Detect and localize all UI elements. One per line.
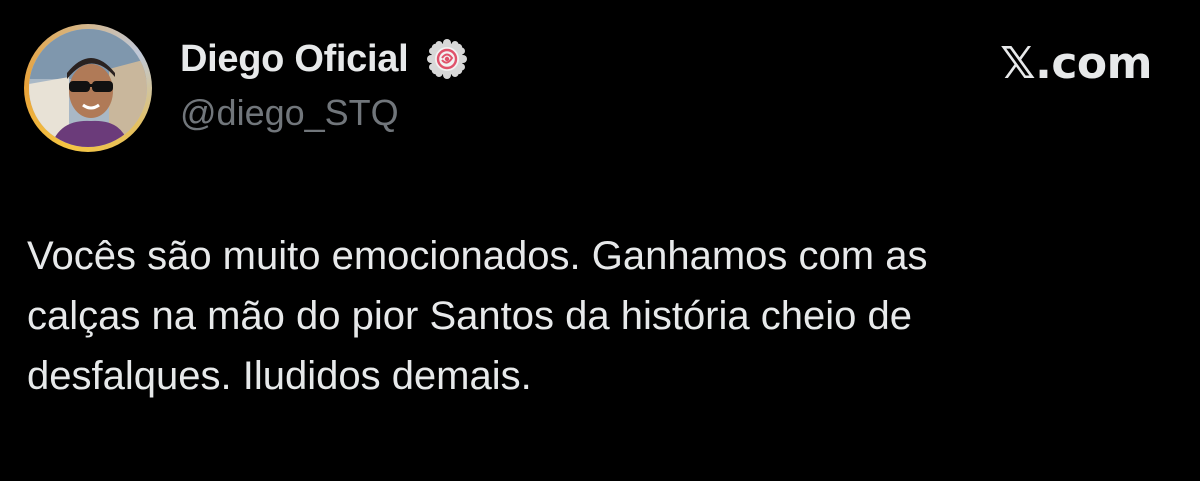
tweet-text-line: calças na mão do pior Santos da história… xyxy=(27,294,912,338)
user-handle[interactable]: @diego_STQ xyxy=(180,92,468,134)
verified-seal-icon[interactable] xyxy=(426,38,468,80)
tweet-text-line: desfalques. Iludidos demais. xyxy=(27,354,532,398)
x-brand-logo: 𝕏.com xyxy=(1000,38,1152,89)
tweet-text-line: Vocês são muito emocionados. Ganhamos co… xyxy=(27,234,928,278)
author-block: Diego Oficial @diego_STQ xyxy=(180,34,468,134)
profile-photo-image xyxy=(29,29,147,147)
avatar[interactable] xyxy=(24,24,152,152)
tweet-card: Diego Oficial @diego_STQ 𝕏.com Vocês são… xyxy=(0,0,1200,481)
profile-photo xyxy=(29,29,147,147)
display-name[interactable]: Diego Oficial xyxy=(180,38,409,81)
tweet-text: Vocês são muito emocionados. Ganhamos co… xyxy=(27,226,1177,406)
name-row: Diego Oficial xyxy=(180,34,468,84)
